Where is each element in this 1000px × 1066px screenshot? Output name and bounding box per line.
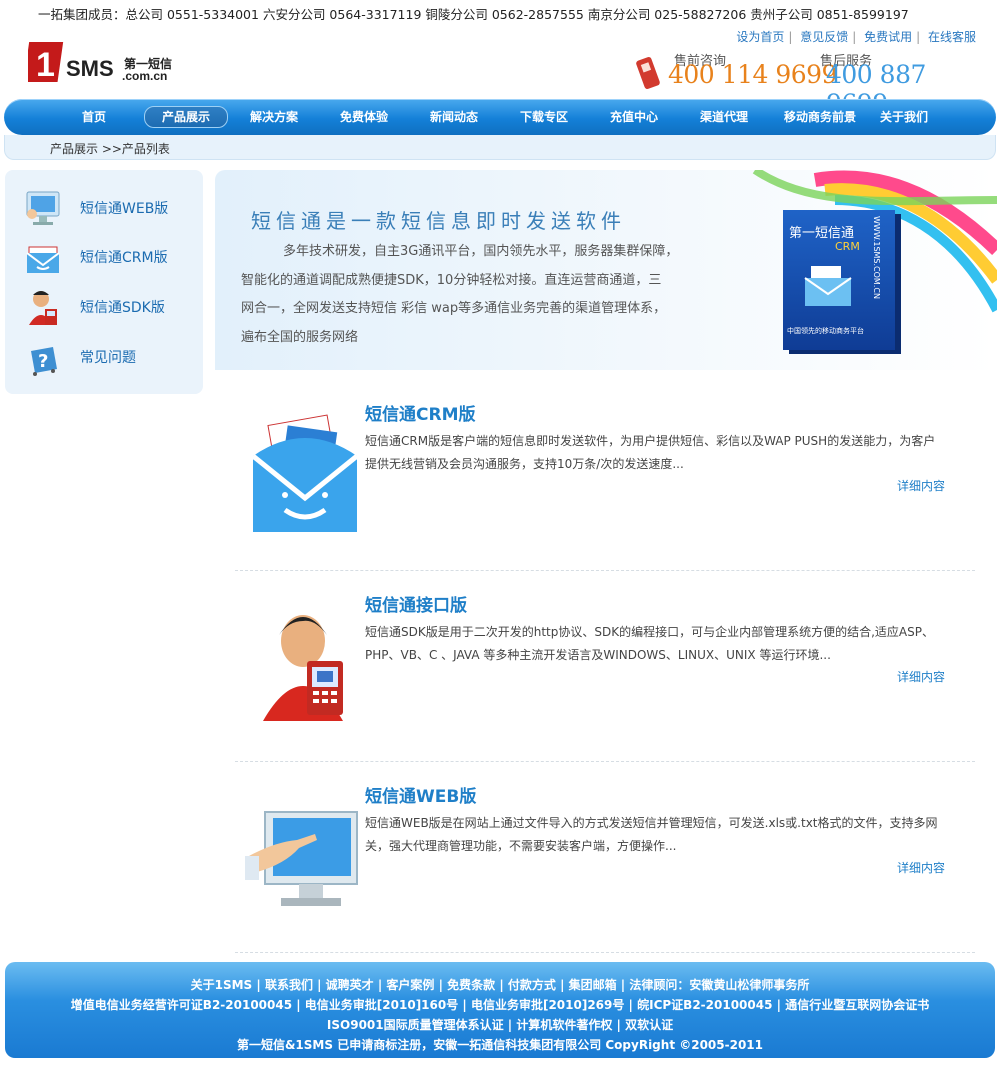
breadcrumb: 产品展示 >>产品列表 bbox=[4, 135, 996, 160]
box-subtitle: CRM bbox=[835, 240, 860, 253]
nav-products[interactable]: 产品展示 bbox=[144, 106, 228, 128]
phone-icon bbox=[630, 54, 666, 98]
nav-agents[interactable]: 渠道代理 bbox=[694, 107, 754, 127]
box-title: 第一短信通 bbox=[789, 226, 855, 241]
online-service-link[interactable]: 在线客服 bbox=[928, 30, 976, 44]
person-phone-icon bbox=[23, 287, 63, 327]
top-info-bar: 一拓集团成员：总公司 0551-5334001 六安分公司 0564-33171… bbox=[0, 0, 1000, 22]
details-link[interactable]: 详细内容 bbox=[897, 477, 945, 494]
footer-certs: ISO9001国际质量管理体系认证 | 计算机软件著作权 | 双软认证 bbox=[326, 1018, 674, 1032]
site-logo[interactable]: 1 SMS 第一短信 .com.cn bbox=[23, 36, 188, 88]
branch-contacts: 一拓集团成员：总公司 0551-5334001 六安分公司 0564-33171… bbox=[38, 7, 909, 22]
box-side-url: WWW.1SMS.COM.CN bbox=[872, 216, 881, 299]
sidebar-item-label: 短信通WEB版 bbox=[80, 201, 169, 217]
nav-solutions[interactable]: 解决方案 bbox=[244, 107, 304, 127]
product-title[interactable]: 短信通WEB版 bbox=[365, 782, 476, 807]
sidebar-item-label: 短信通SDK版 bbox=[80, 300, 165, 316]
site-footer: 关于1SMS | 联系我们 | 诚聘英才 | 客户案例 | 免费条款 | 付款方… bbox=[5, 962, 995, 1058]
free-trial-link[interactable]: 免费试用 bbox=[864, 30, 912, 44]
banner-description: 多年技术研发，自主3G通讯平台，国内领先水平，服务器集群保障， 智能化的通道调配… bbox=[215, 238, 705, 352]
nav-home[interactable]: 首页 bbox=[64, 107, 124, 127]
help-bag-icon: ? bbox=[23, 337, 63, 377]
envelope-icon bbox=[23, 237, 63, 277]
product-banner: 短信通是一款短信息即时发送软件 多年技术研发，自主3G通讯平台，国内领先水平，服… bbox=[215, 170, 997, 370]
sidebar-item-label: 常见问题 bbox=[80, 350, 136, 366]
sidebar-item-label: 短信通CRM版 bbox=[80, 250, 168, 266]
envelope-icon[interactable] bbox=[245, 400, 365, 550]
banner-line: 多年技术研发，自主3G通讯平台，国内领先水平，服务器集群保障， bbox=[283, 244, 679, 259]
breadcrumb-text[interactable]: 产品展示 >>产品列表 bbox=[50, 140, 170, 157]
sidebar-item-web[interactable]: 短信通WEB版 bbox=[5, 184, 203, 232]
product-description: 短信通WEB版是在网站上通过文件导入的方式发送短信并管理短信，可发送.xls或.… bbox=[365, 816, 938, 853]
svg-text:1: 1 bbox=[36, 46, 55, 84]
presale-number: 400 114 9699 bbox=[668, 60, 837, 89]
sidebar: 短信通WEB版 短信通CRM版 短信通SDK版 ? 常见问题 bbox=[5, 170, 203, 394]
sidebar-item-faq[interactable]: ? 常见问题 bbox=[5, 333, 203, 381]
product-description: 短信通SDK版是用于二次开发的http协议、SDK的编程接口，可与企业内部管理系… bbox=[365, 625, 934, 662]
details-link[interactable]: 详细内容 bbox=[897, 859, 945, 876]
banner-line: 网合一，全网发送支持短信 彩信 wap等多通信业务完善的渠道管理体系， bbox=[241, 301, 667, 316]
nav-news[interactable]: 新闻动态 bbox=[424, 107, 484, 127]
product-title[interactable]: 短信通接口版 bbox=[365, 591, 467, 616]
monitor-icon[interactable] bbox=[245, 782, 365, 932]
footer-copyright: 第一短信&1SMS 已申请商标注册，安徽一拓通信科技集团有限公司 CopyRig… bbox=[236, 1038, 764, 1052]
banner-line: 智能化的通道调配成熟便捷SDK，10分钟轻松对接。直连运营商通道，三 bbox=[241, 272, 662, 288]
top-links: 设为首页 | 意见反馈 | 免费试用 | 在线客服 bbox=[736, 30, 976, 44]
banner-line: 遍布全国的服务网络 bbox=[241, 329, 359, 345]
product-box-image: 第一短信通 CRM WWW.1SMS.COM.CN 中国领先的移动商务平台 bbox=[783, 210, 895, 350]
svg-text:SMS: SMS bbox=[66, 56, 114, 81]
envelope-icon bbox=[804, 266, 852, 306]
nav-recharge[interactable]: 充值中心 bbox=[604, 107, 664, 127]
details-link[interactable]: 详细内容 bbox=[897, 668, 945, 685]
person-phone-icon[interactable] bbox=[245, 591, 365, 741]
set-homepage-link[interactable]: 设为首页 bbox=[736, 30, 784, 44]
nav-about[interactable]: 关于我们 bbox=[874, 107, 934, 127]
nav-mobile-commerce[interactable]: 移动商务前景 bbox=[772, 107, 868, 127]
svg-text:?: ? bbox=[38, 351, 48, 372]
product-description: 短信通CRM版是客户端的短信息即时发送软件，为用户提供短信、彩信以及WAP PU… bbox=[365, 434, 936, 471]
hotline: 售前咨询 400 114 9699 售后服务 400 887 9699 bbox=[630, 50, 990, 118]
footer-links[interactable]: 关于1SMS | 联系我们 | 诚聘英才 | 客户案例 | 免费条款 | 付款方… bbox=[5, 976, 995, 993]
banner-title: 短信通是一款短信息即时发送软件 bbox=[251, 209, 626, 233]
nav-downloads[interactable]: 下载专区 bbox=[514, 107, 574, 127]
sidebar-item-crm[interactable]: 短信通CRM版 bbox=[5, 233, 203, 281]
list-item: 短信通WEB版 短信通WEB版是在网站上通过文件导入的方式发送短信并管理短信，可… bbox=[235, 762, 975, 953]
footer-licenses: 增值电信业务经营许可证B2-20100045 | 电信业务审批[2010]160… bbox=[70, 998, 930, 1012]
list-item: 短信通CRM版 短信通CRM版是客户端的短信息即时发送软件，为用户提供短信、彩信… bbox=[235, 380, 975, 571]
svg-text:.com.cn: .com.cn bbox=[122, 69, 167, 83]
sidebar-item-sdk[interactable]: 短信通SDK版 bbox=[5, 283, 203, 331]
main-nav: 首页 产品展示 解决方案 免费体验 新闻动态 下载专区 充值中心 渠道代理 移动… bbox=[4, 99, 996, 135]
monitor-icon bbox=[23, 188, 63, 228]
nav-free-trial[interactable]: 免费体验 bbox=[334, 107, 394, 127]
box-footer: 中国领先的移动商务平台 bbox=[787, 327, 864, 335]
feedback-link[interactable]: 意见反馈 bbox=[800, 30, 848, 44]
product-title[interactable]: 短信通CRM版 bbox=[365, 400, 475, 425]
list-item: 短信通接口版 短信通SDK版是用于二次开发的http协议、SDK的编程接口，可与… bbox=[235, 571, 975, 762]
